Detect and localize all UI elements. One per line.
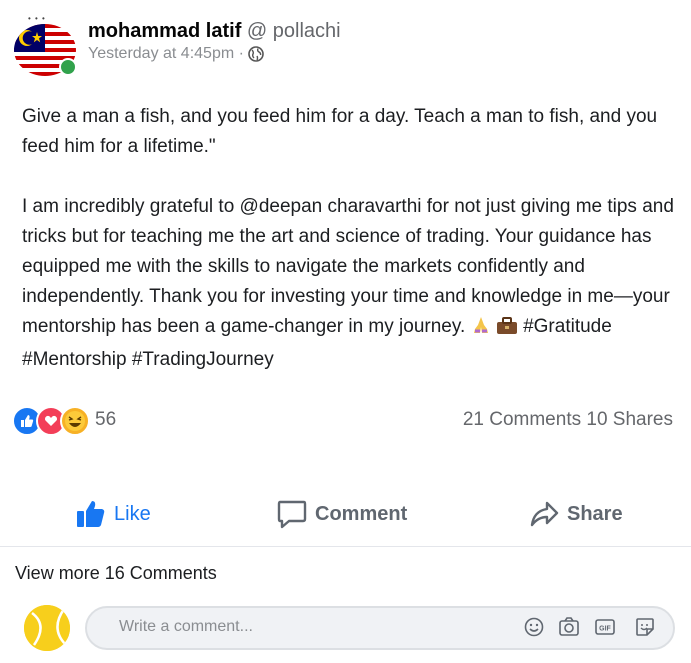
comment-label: Comment <box>315 502 408 525</box>
thumbs-up-icon <box>77 501 105 527</box>
praying-hands-icon <box>471 315 491 345</box>
gif-icon[interactable]: GIF <box>594 616 616 638</box>
like-button[interactable]: Like <box>76 496 151 532</box>
reaction-count[interactable]: 56 <box>95 409 116 431</box>
share-label: Share <box>567 502 623 525</box>
divider <box>0 546 691 547</box>
smile-icon[interactable] <box>523 616 545 638</box>
svg-text:GIF: GIF <box>599 626 611 633</box>
reaction-summary[interactable] <box>12 405 90 437</box>
tennis-ball-avatar-icon <box>24 605 70 651</box>
share-icon <box>530 501 559 527</box>
post-meta: Yesterday at 4:45pm · <box>88 44 264 64</box>
post-paragraph-1: Give a man a fish, and you feed him for … <box>22 106 663 157</box>
like-label: Like <box>114 502 151 525</box>
comment-button[interactable]: Comment <box>277 496 407 532</box>
comment-icon <box>277 500 307 529</box>
post-body: Give a man a fish, and you feed him for … <box>22 102 677 375</box>
online-status-dot <box>59 58 77 76</box>
author-location[interactable]: @ pollachi <box>247 20 341 42</box>
view-more-comments-link[interactable]: View more 16 Comments <box>15 563 217 584</box>
comments-shares-count[interactable]: 21 Comments 10 Shares <box>463 409 673 431</box>
sticker-icon[interactable] <box>634 616 656 638</box>
haha-reaction-icon <box>60 406 90 436</box>
post-author: mohammad latif @ pollachi <box>88 18 341 44</box>
commenter-avatar[interactable] <box>24 605 70 651</box>
globe-icon <box>248 46 264 62</box>
camera-icon[interactable] <box>558 616 580 638</box>
post-timestamp[interactable]: Yesterday at 4:45pm · <box>88 44 244 64</box>
avatar-decoration: • • • <box>28 14 46 23</box>
author-name[interactable]: mohammad latif <box>88 20 241 42</box>
comment-input[interactable]: Write a comment... <box>119 618 253 636</box>
share-button[interactable]: Share <box>529 496 623 532</box>
briefcase-icon <box>496 315 518 345</box>
